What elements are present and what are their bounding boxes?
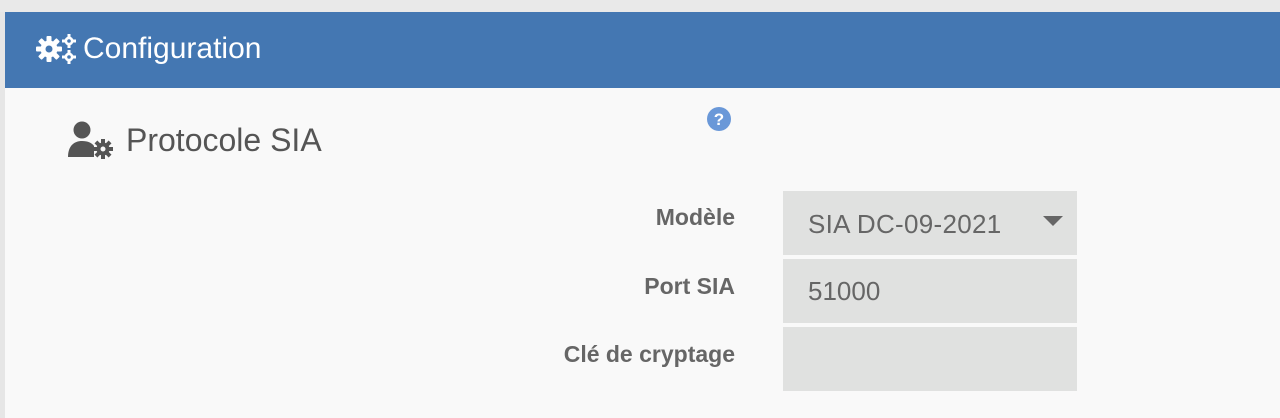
encryption-key-field[interactable] <box>783 327 1077 391</box>
chevron-down-icon <box>1043 216 1063 226</box>
encryption-key-input[interactable] <box>783 327 1077 391</box>
port-label: Port SIA <box>644 273 735 299</box>
encryption-key-label: Clé de cryptage <box>563 341 735 367</box>
svg-text:?: ? <box>714 110 724 129</box>
port-field[interactable] <box>783 259 1077 323</box>
question-circle-icon[interactable]: ? <box>706 106 732 132</box>
section-title: Protocole SIA <box>126 122 322 158</box>
panel-header: Configuration <box>5 12 1280 88</box>
gears-icon <box>36 34 76 64</box>
model-select[interactable]: SIA DC-09-2021 <box>783 191 1077 255</box>
panel-title: Configuration <box>83 32 262 65</box>
model-selected-value: SIA DC-09-2021 <box>808 209 1002 239</box>
user-gear-icon <box>68 121 113 159</box>
top-strip <box>0 0 1280 12</box>
port-input[interactable] <box>783 259 1077 323</box>
panel-body: Protocole SIA <box>5 88 1280 418</box>
model-label: Modèle <box>655 204 735 230</box>
